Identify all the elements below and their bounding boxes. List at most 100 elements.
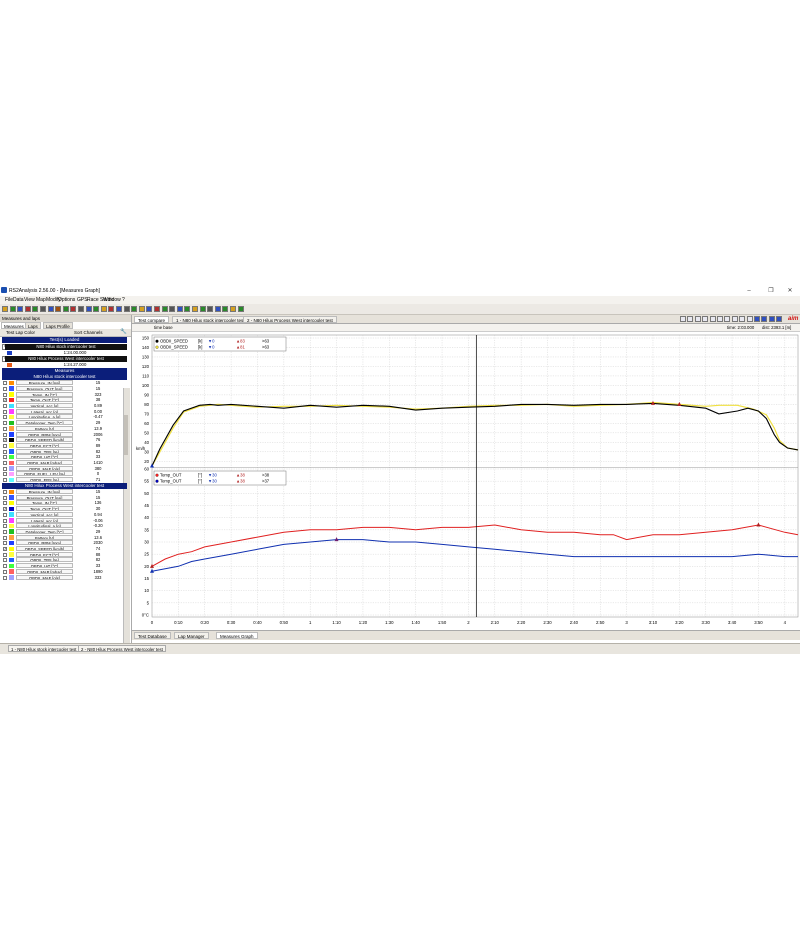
graph-tool-icon[interactable] [709,316,716,322]
tab-test-compare[interactable]: Test compare [134,315,170,323]
measure-checkbox[interactable]: ✓ [3,438,7,443]
menu-window[interactable]: Window [103,297,121,303]
menu-[interactable]: ? [122,297,125,303]
toolbar-tool-icon[interactable] [146,306,153,312]
graph-tool-icon[interactable] [746,316,753,322]
graph-tool-icon[interactable] [768,316,775,322]
menu-gps[interactable]: GPS [77,297,88,303]
tab-measures-graph[interactable]: Measures Graph [216,632,258,639]
measure-checkbox[interactable] [3,512,7,517]
toolbar-tool-icon[interactable] [32,306,39,312]
toolbar-tool-icon[interactable] [9,306,16,312]
toolbar-tool-icon[interactable] [214,306,221,312]
measure-checkbox[interactable] [3,575,7,580]
status-tab-test-2[interactable]: 2 - N80 Hilux Process West intercooler t… [78,645,166,652]
measure-checkbox[interactable] [3,472,7,477]
tab-lap-manager[interactable]: Lap Manager [174,632,209,639]
toolbar-tool-icon[interactable] [138,306,145,312]
toolbar-tool-icon[interactable] [123,306,130,312]
measure-checkbox[interactable] [3,449,7,454]
toolbar-tool-icon[interactable] [161,306,168,312]
toolbar-tool-icon[interactable] [85,306,92,312]
measure-checkbox[interactable] [3,404,7,408]
close-icon[interactable]: ✕ [783,287,797,295]
graph-tool-icon[interactable] [731,316,738,322]
graph-tool-icon[interactable] [680,316,686,322]
toolbar-tool-icon[interactable] [47,306,54,312]
toolbar-tool-icon[interactable] [199,306,206,312]
toolbar-tool-icon[interactable] [17,306,24,312]
measure-checkbox[interactable] [3,381,7,386]
measure-checkbox[interactable] [3,564,7,569]
graph-tool-icon[interactable] [754,316,760,322]
toolbar-tool-icon[interactable] [40,306,46,312]
measure-checkbox[interactable] [3,392,7,397]
toolbar-tool-icon[interactable] [131,306,138,312]
menu-data[interactable]: Data [13,297,24,303]
graph-tool-icon[interactable] [694,316,701,322]
toolbar-tool-icon[interactable] [70,306,77,312]
toolbar-tool-icon[interactable] [100,306,107,312]
toolbar-tool-icon[interactable] [207,306,214,312]
measure-checkbox[interactable] [3,426,7,431]
toolbar-tool-icon[interactable] [169,306,176,312]
menu-view[interactable]: View [24,297,35,303]
toolbar-tool-icon[interactable] [2,306,8,312]
measure-checkbox[interactable] [3,461,7,465]
measure-checkbox[interactable] [3,495,7,500]
measure-checkbox[interactable] [3,490,7,494]
measure-checkbox[interactable] [3,386,7,391]
graph-tool-icon[interactable] [702,316,709,322]
toolbar-tool-icon[interactable] [230,306,236,312]
measure-checkbox[interactable] [3,518,7,523]
measure-checkbox[interactable] [3,569,7,574]
toolbar-tool-icon[interactable] [78,306,84,312]
measure-checkbox[interactable] [3,415,7,420]
measure-checkbox[interactable]: ✓ [3,507,7,512]
measure-checkbox[interactable] [3,478,7,483]
toolbar-tool-icon[interactable] [55,306,62,312]
toolbar-tool-icon[interactable] [24,306,31,312]
toolbar-tool-icon[interactable] [108,306,115,312]
tab-measures[interactable]: Measures [1,322,27,329]
toolbar-tool-icon[interactable] [62,306,69,312]
graph-tool-icon[interactable] [776,316,783,322]
graph-tool-icon[interactable] [687,316,694,322]
toolbar-tool-icon[interactable] [176,306,183,312]
tab-laps[interactable]: Laps [25,322,41,329]
graph-tool-icon[interactable] [739,316,746,322]
toolbar-tool-icon[interactable] [237,306,244,312]
measure-checkbox[interactable] [3,466,7,471]
measure-checkbox[interactable] [3,529,7,534]
measure-checkbox[interactable] [3,432,7,437]
tab-test-2[interactable]: 2 - N80 Hilux Process West intercooler t… [243,315,337,323]
measure-checkbox[interactable] [3,552,7,557]
toolbar-tool-icon[interactable] [154,306,160,312]
toolbar-tool-icon[interactable] [222,306,229,312]
measure-checkbox[interactable]: ✓ [3,547,7,551]
measure-checkbox[interactable] [3,409,7,414]
menu-file[interactable]: File [5,297,13,303]
sort-channels-button[interactable]: Sort Channels [74,330,103,335]
measure-checkbox[interactable]: ✓ [3,398,7,403]
tab-test-database[interactable]: Test Database [134,632,171,639]
toolbar-tool-icon[interactable] [116,306,122,312]
menu-map[interactable]: Map [36,297,46,303]
measure-checkbox[interactable] [3,421,7,426]
graph-tool-icon[interactable] [724,316,731,322]
toolbar-tool-icon[interactable] [184,306,191,312]
measure-checkbox[interactable] [3,558,7,563]
tab-laps-profile[interactable]: Laps Profile [43,322,73,329]
tab-test-1[interactable]: 1 - N80 Hilux stock intercooler test [172,315,249,323]
toolbar-tool-icon[interactable] [192,306,198,312]
graph-tool-icon[interactable] [761,316,768,322]
measures-graph[interactable]: 0 0:10 0:20 0:30 0:40 0:50 1 1:10 1:20 1:30 1:40 1:… [132,331,800,630]
menu-options[interactable]: Options [58,297,75,303]
measure-checkbox[interactable] [3,524,7,529]
measure-checkbox[interactable] [3,541,7,546]
measure-checkbox[interactable] [3,535,7,540]
measure-row[interactable]: OBDII_MAF [g/s] 333 [2,574,127,581]
status-tab-test-1[interactable]: 1 - N80 Hilux stock intercooler test [8,645,80,652]
measure-checkbox[interactable] [3,443,7,448]
wrench-icon[interactable]: 🔧 [120,329,127,335]
